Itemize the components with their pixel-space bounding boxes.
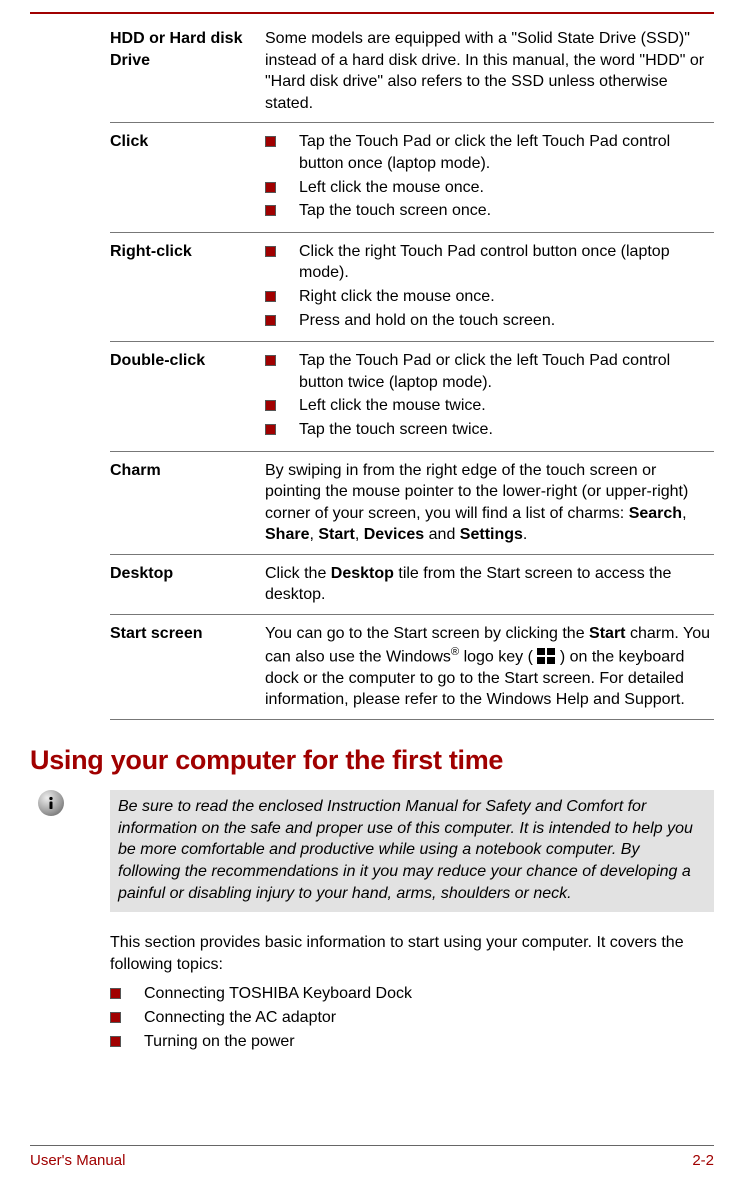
definition-term: Desktop bbox=[110, 563, 265, 606]
start-screen-mid2: logo key ( bbox=[459, 648, 537, 665]
footer-page-number: 2-2 bbox=[692, 1151, 714, 1171]
definition-description: You can go to the Start screen by clicki… bbox=[265, 623, 714, 711]
list-item: Tap the Touch Pad or click the left Touc… bbox=[265, 350, 714, 393]
list-item: Connecting TOSHIBA Keyboard Dock bbox=[110, 983, 714, 1005]
definition-description: Some models are equipped with a "Solid S… bbox=[265, 28, 714, 114]
table-row: Desktop Click the Desktop tile from the … bbox=[110, 554, 714, 614]
definition-description: Click the Desktop tile from the Start sc… bbox=[265, 563, 714, 606]
list-item: Connecting the AC adaptor bbox=[110, 1007, 714, 1029]
definition-description: Click the right Touch Pad control button… bbox=[265, 241, 714, 333]
table-row: Start screen You can go to the Start scr… bbox=[110, 614, 714, 720]
desktop-pre: Click the bbox=[265, 565, 331, 582]
definition-description: Tap the Touch Pad or click the left Touc… bbox=[265, 350, 714, 442]
charm-bold: Search bbox=[629, 505, 682, 522]
table-row: Click Tap the Touch Pad or click the lef… bbox=[110, 122, 714, 231]
footer-left: User's Manual bbox=[30, 1151, 125, 1171]
list-item: Tap the Touch Pad or click the left Touc… bbox=[265, 131, 714, 174]
list-item: Click the right Touch Pad control button… bbox=[265, 241, 714, 284]
definition-description: Tap the Touch Pad or click the left Touc… bbox=[265, 131, 714, 223]
charm-bold: Settings bbox=[460, 526, 523, 543]
info-icon bbox=[38, 790, 64, 816]
topic-list: Connecting TOSHIBA Keyboard Dock Connect… bbox=[110, 983, 714, 1052]
definition-term: HDD or Hard disk Drive bbox=[110, 28, 265, 114]
info-note-text: Be sure to read the enclosed Instruction… bbox=[110, 790, 714, 912]
list-item: Right click the mouse once. bbox=[265, 286, 714, 308]
section-heading: Using your computer for the first time bbox=[30, 742, 714, 778]
definitions-table: HDD or Hard disk Drive Some models are e… bbox=[110, 28, 714, 720]
list-item: Left click the mouse twice. bbox=[265, 395, 714, 417]
list-item: Press and hold on the touch screen. bbox=[265, 310, 714, 332]
list-item: Tap the touch screen twice. bbox=[265, 419, 714, 441]
start-screen-bold: Start bbox=[589, 625, 625, 642]
table-row: Right-click Click the right Touch Pad co… bbox=[110, 232, 714, 341]
info-note-box: Be sure to read the enclosed Instruction… bbox=[30, 790, 714, 912]
list-item: Left click the mouse once. bbox=[265, 177, 714, 199]
definition-description: By swiping in from the right edge of the… bbox=[265, 460, 714, 546]
definition-term: Click bbox=[110, 131, 265, 223]
definition-term: Charm bbox=[110, 460, 265, 546]
definition-term: Start screen bbox=[110, 623, 265, 711]
windows-logo-icon bbox=[537, 648, 555, 664]
intro-paragraph: This section provides basic information … bbox=[110, 932, 714, 975]
definition-term: Double-click bbox=[110, 350, 265, 442]
definition-term: Right-click bbox=[110, 241, 265, 333]
list-item: Turning on the power bbox=[110, 1031, 714, 1053]
page-top-rule bbox=[30, 12, 714, 14]
page-footer: User's Manual 2-2 bbox=[30, 1145, 714, 1171]
start-screen-pre: You can go to the Start screen by clicki… bbox=[265, 625, 589, 642]
registered-mark: ® bbox=[451, 646, 459, 658]
table-row: Double-click Tap the Touch Pad or click … bbox=[110, 341, 714, 450]
table-row: HDD or Hard disk Drive Some models are e… bbox=[110, 28, 714, 122]
list-item: Tap the touch screen once. bbox=[265, 200, 714, 222]
desktop-bold: Desktop bbox=[331, 565, 394, 582]
charm-bold: Devices bbox=[364, 526, 425, 543]
table-row: Charm By swiping in from the right edge … bbox=[110, 451, 714, 554]
charm-text-pre: By swiping in from the right edge of the… bbox=[265, 462, 688, 522]
charm-bold: Share bbox=[265, 526, 309, 543]
charm-bold: Start bbox=[318, 526, 354, 543]
